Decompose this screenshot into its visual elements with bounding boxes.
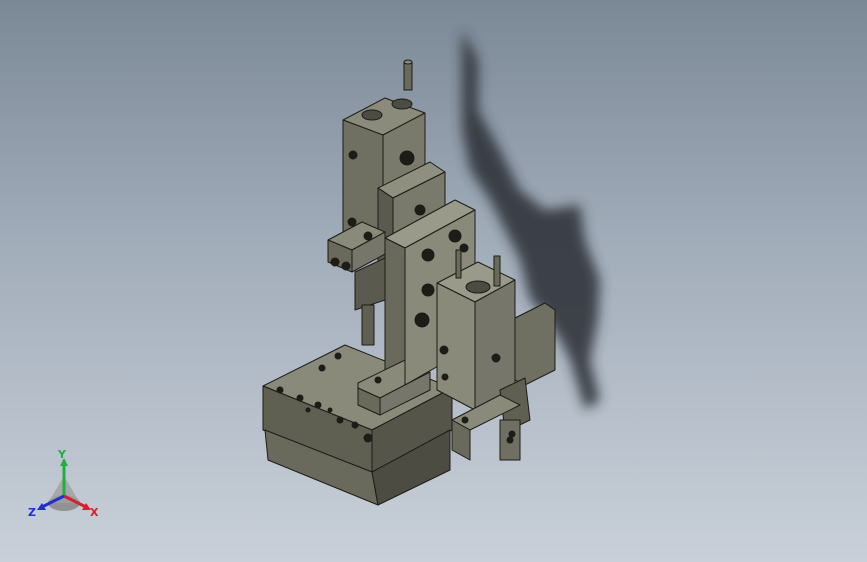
assembly-model[interactable] (262, 59, 556, 506)
z-axis-label: Z (28, 506, 36, 519)
3d-viewport[interactable]: Y X Z (0, 0, 867, 562)
y-axis-label: Y (57, 448, 67, 461)
x-axis-label: X (90, 506, 99, 519)
orientation-triad[interactable]: Y X Z (26, 448, 106, 528)
model-canvas[interactable] (0, 0, 867, 562)
clamp-block[interactable] (327, 221, 386, 346)
